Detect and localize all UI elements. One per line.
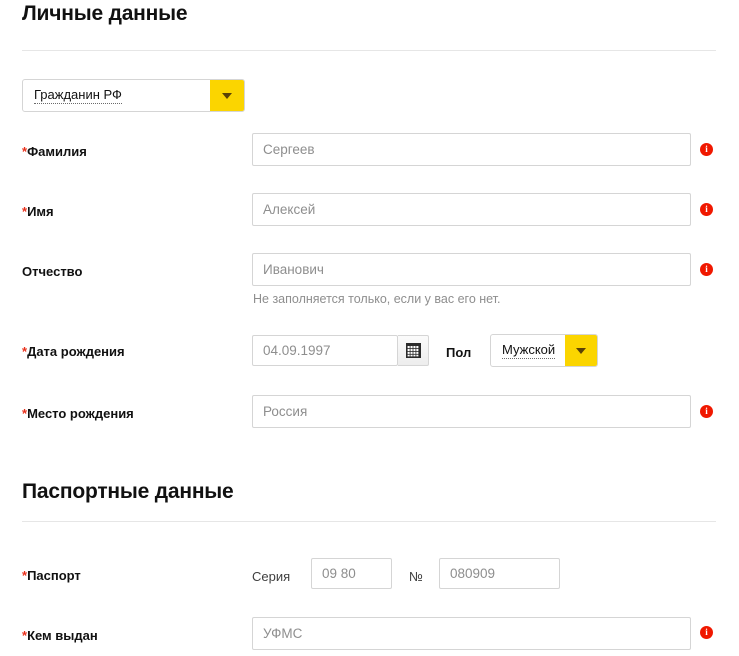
passport-label-text: Паспорт <box>27 568 81 583</box>
issued-by-input[interactable] <box>252 617 691 650</box>
passport-series-label: Серия <box>252 569 291 584</box>
birth-date-label: *Дата рождения <box>22 345 125 358</box>
middle-name-input[interactable] <box>252 253 691 286</box>
citizenship-dropdown-arrow[interactable] <box>210 80 244 111</box>
birth-place-label: *Место рождения <box>22 407 134 420</box>
citizenship-dropdown-label: Гражданин РФ <box>34 87 122 104</box>
first-name-input[interactable] <box>252 193 691 226</box>
birth-place-input[interactable] <box>252 395 691 428</box>
chevron-down-icon <box>222 92 232 99</box>
gender-dropdown-arrow[interactable] <box>565 335 597 366</box>
last-name-input[interactable] <box>252 133 691 166</box>
section-title-passport-data: Паспортные данные <box>22 480 234 503</box>
first-name-info-icon[interactable]: i <box>700 203 713 216</box>
last-name-label: *Фамилия <box>22 145 87 158</box>
last-name-info-icon[interactable]: i <box>700 143 713 156</box>
gender-label: Пол <box>446 345 472 360</box>
middle-name-hint: Не заполняется только, если у вас его не… <box>253 292 501 306</box>
birth-date-label-text: Дата рождения <box>27 344 125 359</box>
middle-name-label: Отчество <box>22 265 82 278</box>
calendar-button[interactable] <box>398 335 429 366</box>
gender-dropdown-label: Мужской <box>502 342 556 359</box>
calendar-icon <box>405 343 421 358</box>
personal-data-form: Личные данные Гражданин РФ *Фамилия i *И… <box>0 0 739 656</box>
first-name-label-text: Имя <box>27 204 54 219</box>
section-divider-personal <box>22 50 716 51</box>
chevron-down-icon <box>576 347 586 354</box>
last-name-label-text: Фамилия <box>27 144 87 159</box>
middle-name-label-text: Отчество <box>22 264 83 279</box>
gender-dropdown-value: Мужской <box>491 335 565 366</box>
passport-number-label: № <box>409 569 423 584</box>
birth-place-label-text: Место рождения <box>27 406 134 421</box>
birth-place-info-icon[interactable]: i <box>700 405 713 418</box>
section-title-personal-data: Личные данные <box>22 2 188 25</box>
passport-number-input[interactable] <box>439 558 560 589</box>
citizenship-dropdown-value: Гражданин РФ <box>23 80 210 111</box>
birth-date-input[interactable] <box>252 335 398 366</box>
passport-label: *Паспорт <box>22 569 81 582</box>
citizenship-dropdown[interactable]: Гражданин РФ <box>22 79 245 112</box>
first-name-label: *Имя <box>22 205 54 218</box>
issued-by-label-text: Кем выдан <box>27 628 98 643</box>
issued-by-info-icon[interactable]: i <box>700 626 713 639</box>
middle-name-info-icon[interactable]: i <box>700 263 713 276</box>
section-divider-passport <box>22 521 716 522</box>
gender-dropdown[interactable]: Мужской <box>490 334 598 367</box>
issued-by-label: *Кем выдан <box>22 629 98 642</box>
passport-series-input[interactable] <box>311 558 392 589</box>
